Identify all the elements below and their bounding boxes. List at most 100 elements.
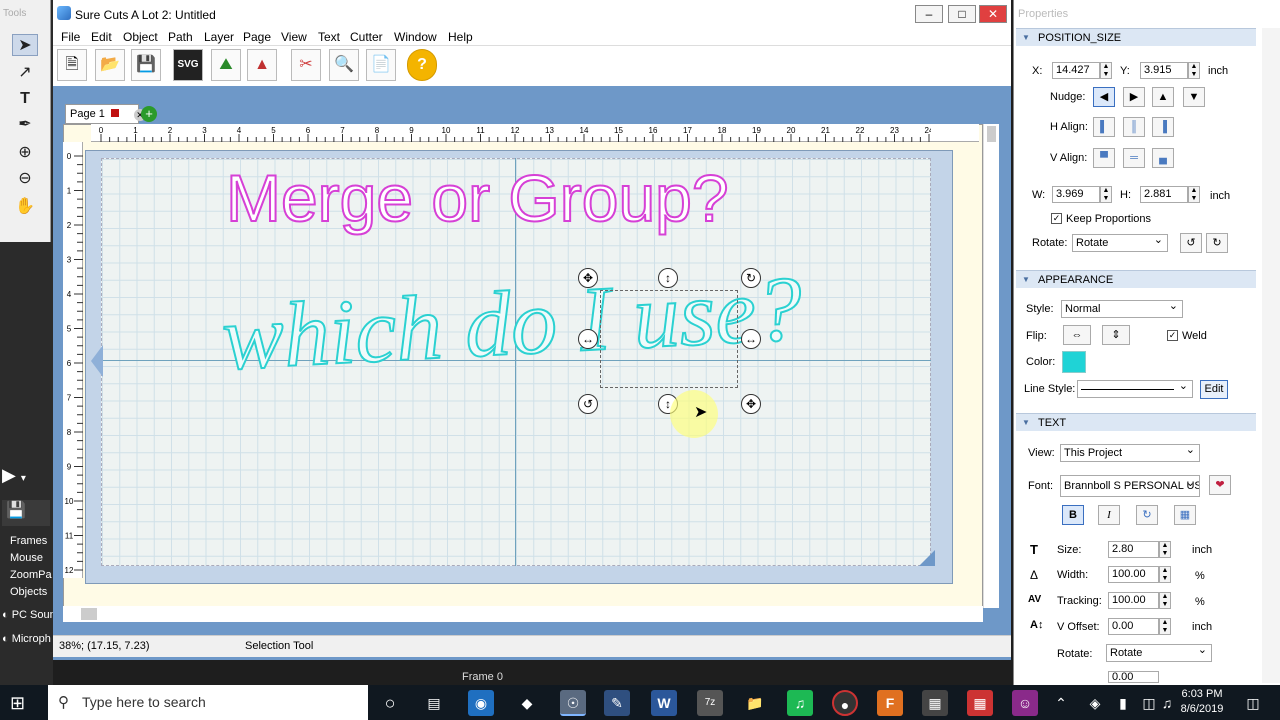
nudge-right-icon[interactable]: ▶ — [1123, 87, 1145, 107]
nudge-left-icon[interactable]: ◀ — [1093, 87, 1115, 107]
size-field[interactable]: 2.80 — [1108, 541, 1159, 558]
h-field[interactable]: 2.881 — [1140, 186, 1188, 203]
partial-field[interactable]: 0.00 — [1108, 671, 1159, 683]
print-preview-icon[interactable]: 📄 — [366, 49, 396, 81]
notification-icon[interactable]: ◫ — [1240, 690, 1266, 716]
strip-item-zoompan[interactable]: ZoomPa — [0, 567, 53, 584]
menu-edit[interactable]: Edit — [91, 28, 112, 46]
tray-security-icon[interactable]: ◈ — [1086, 690, 1104, 716]
tray-battery-icon[interactable]: ▮ — [1114, 690, 1132, 716]
help-icon[interactable]: ? — [407, 49, 437, 81]
menu-layer[interactable]: Layer — [204, 28, 234, 46]
vertical-scrollbar[interactable] — [983, 124, 999, 608]
menu-window[interactable]: Window — [394, 28, 437, 46]
size-spinner[interactable]: ▲ ▼ — [1159, 541, 1171, 558]
align-left-icon[interactable]: ▌ — [1093, 117, 1115, 137]
menu-view[interactable]: View — [281, 28, 307, 46]
taskbar-clock[interactable]: 6:03 PM 8/6/2019 — [1172, 687, 1232, 717]
strip-item-frames[interactable]: Frames — [0, 533, 53, 550]
text-rotate-dropdown[interactable]: Rotate — [1106, 642, 1212, 662]
zoom-in-icon[interactable]: ⊕ — [12, 142, 38, 164]
x-field[interactable]: 14.427 — [1052, 62, 1100, 79]
strip-item-objects[interactable]: Objects — [0, 584, 53, 601]
page-tab[interactable]: Page 1 ✕ — [65, 104, 146, 124]
width-field[interactable]: 100.00 — [1108, 566, 1159, 583]
x-spinner[interactable]: ▲ ▼ — [1100, 62, 1112, 79]
voffset-spinner[interactable]: ▲ ▼ — [1159, 618, 1171, 635]
resize-handle-top[interactable]: ↕ — [658, 268, 678, 288]
align-bottom-icon[interactable]: ▄ — [1152, 148, 1174, 168]
resize-handle-bottom-right[interactable]: ✥ — [741, 394, 761, 414]
rotate-handle-top-left[interactable]: ✥ — [578, 268, 598, 288]
nudge-down-icon[interactable]: ▼ — [1183, 87, 1205, 107]
windows-start-icon[interactable]: ⊞ — [10, 693, 30, 713]
preview-icon[interactable]: 🔍 — [329, 49, 359, 81]
w-spinner[interactable]: ▲ ▼ — [1100, 186, 1112, 203]
strip-item-mouse[interactable]: Mouse — [0, 550, 53, 567]
selection-box[interactable] — [600, 290, 738, 388]
section-appearance[interactable]: APPEARANCE — [1016, 270, 1256, 289]
resize-handle-right[interactable]: ↔ — [741, 329, 761, 349]
resize-handle-left[interactable]: ↔ — [578, 329, 598, 349]
y-spinner[interactable]: ▲ ▼ — [1188, 62, 1200, 79]
close-button[interactable]: ✕ — [979, 5, 1007, 23]
voffset-field[interactable]: 0.00 — [1108, 618, 1159, 635]
rotate-ccw-icon[interactable]: ↺ — [1180, 233, 1202, 253]
zoom-out-icon[interactable]: ⊖ — [12, 168, 38, 190]
play-icon[interactable]: ▶ ▾ — [2, 465, 50, 489]
tracking-field[interactable]: 100.00 — [1108, 592, 1159, 609]
taskbar-app-vpn-icon[interactable]: ◆ — [514, 690, 540, 716]
maximize-button[interactable]: □ — [948, 5, 976, 23]
align-right-icon[interactable]: ▐ — [1152, 117, 1174, 137]
favorite-font-icon[interactable]: ❤ — [1209, 475, 1231, 495]
pen-tool-icon[interactable]: ✒ — [12, 114, 38, 136]
bold-button[interactable]: B — [1062, 505, 1084, 525]
taskbar-app-recorder-icon[interactable]: ● — [832, 690, 858, 716]
import-svg-icon[interactable]: SVG — [173, 49, 203, 81]
taskbar-app-spotify-icon[interactable]: ♫ — [787, 690, 813, 716]
new-document-icon[interactable]: 🗎 — [57, 49, 87, 81]
task-view-icon[interactable]: ▤ — [421, 690, 447, 716]
rotate-dropdown[interactable]: Rotate — [1072, 232, 1168, 252]
select-arrow-icon[interactable]: ➤ — [12, 34, 38, 56]
h-spinner[interactable]: ▲ ▼ — [1188, 186, 1200, 203]
style-dropdown[interactable]: Normal — [1061, 298, 1183, 318]
y-field[interactable]: 3.915 — [1140, 62, 1188, 79]
strip-item-microphone[interactable]: ◐ Microph — [0, 631, 53, 648]
save-disk-icon[interactable]: 💾 — [131, 49, 161, 81]
rotate-cw-icon[interactable]: ↻ — [1206, 233, 1228, 253]
align-center-h-icon[interactable]: ║ — [1123, 117, 1145, 137]
view-dropdown[interactable]: This Project — [1060, 442, 1200, 462]
taskbar-app-chat-icon[interactable]: ☺ — [1012, 690, 1038, 716]
menu-page[interactable]: Page — [243, 28, 271, 46]
heading-text-object[interactable]: Merge or Group? — [225, 160, 730, 236]
open-folder-icon[interactable]: 📂 — [95, 49, 125, 81]
menu-file[interactable]: File — [61, 28, 80, 46]
cortana-icon[interactable]: ○ — [377, 690, 403, 716]
tray-expand-icon[interactable]: ⌃ — [1052, 690, 1070, 716]
menu-path[interactable]: Path — [168, 28, 193, 46]
properties-scrollbar[interactable] — [1262, 28, 1280, 683]
menu-help[interactable]: Help — [448, 28, 473, 46]
line-style-dropdown[interactable] — [1077, 378, 1193, 398]
rotate-handle-bottom-left[interactable]: ↺ — [578, 394, 598, 414]
hand-pan-icon[interactable]: ✋ — [12, 196, 38, 218]
taskbar-app-grid-icon[interactable]: ▦ — [967, 690, 993, 716]
color-swatch[interactable] — [1062, 351, 1086, 373]
w-field[interactable]: 3.969 — [1052, 186, 1100, 203]
menu-cutter[interactable]: Cutter — [350, 28, 383, 46]
taskbar-app-explorer-icon[interactable]: 📁 — [742, 690, 768, 716]
shapes-icon[interactable]: ▲ — [247, 49, 277, 81]
rotate-handle-top-right[interactable]: ↻ — [741, 268, 761, 288]
text-tool-icon[interactable]: T — [12, 88, 38, 110]
weld-checkbox[interactable]: ✓ — [1167, 330, 1178, 341]
taskbar-app-browser-icon[interactable]: ◉ — [468, 690, 494, 716]
save-icon[interactable]: 💾 — [2, 500, 50, 526]
taskbar-app-7zip-icon[interactable]: 7z — [697, 690, 723, 716]
taskbar-app-f-icon[interactable]: F — [877, 690, 903, 716]
width-spinner[interactable]: ▲ ▼ — [1159, 566, 1171, 583]
taskbar-app-scal-icon[interactable]: ☉ — [560, 690, 586, 716]
node-edit-icon[interactable]: ↗ — [12, 62, 38, 84]
align-middle-v-icon[interactable]: ═ — [1123, 148, 1145, 168]
menu-object[interactable]: Object — [123, 28, 158, 46]
